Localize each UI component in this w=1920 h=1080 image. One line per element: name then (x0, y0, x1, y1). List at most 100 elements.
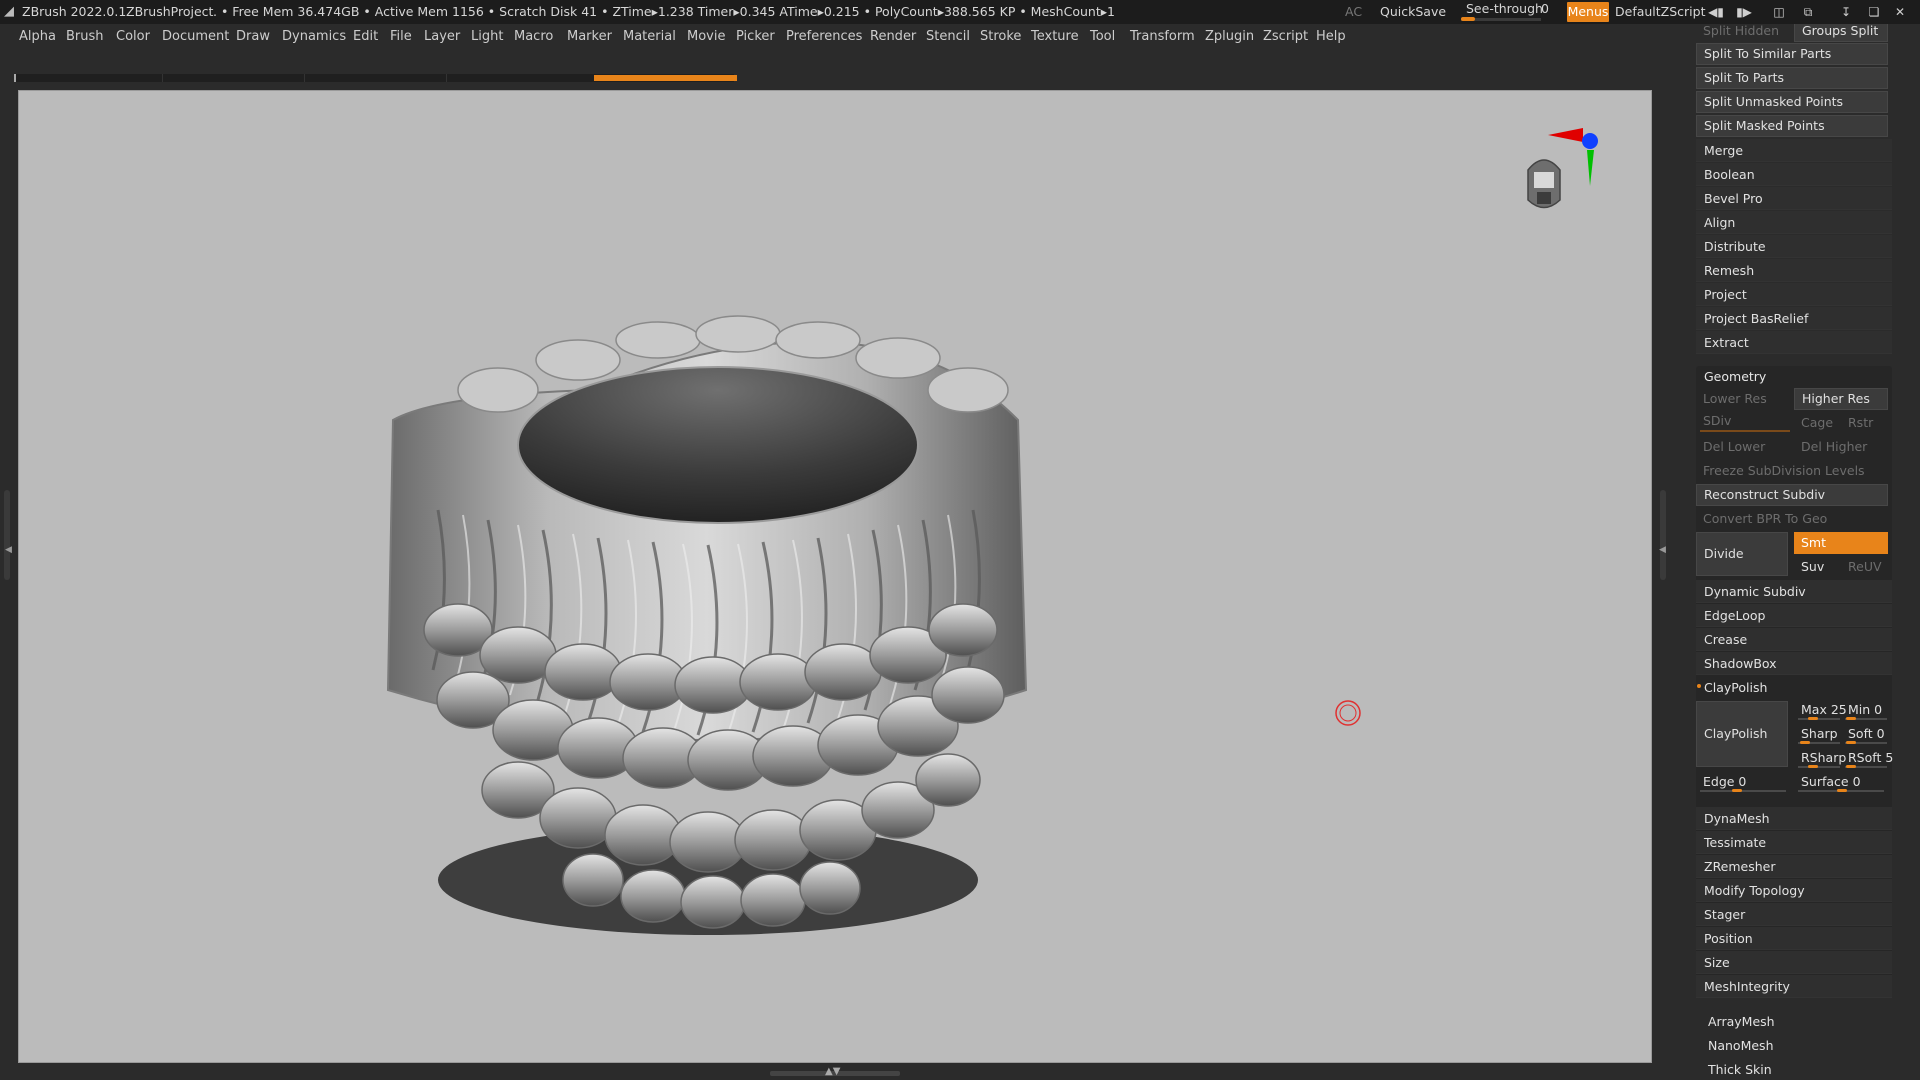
smt-toggle[interactable]: Smt (1794, 532, 1888, 554)
seethrough-slider-knob[interactable] (1461, 17, 1475, 21)
convert-bpr-to-geo-button[interactable]: Convert BPR To Geo (1696, 508, 1888, 530)
reconstruct-subdiv-button[interactable]: Reconstruct Subdiv (1696, 484, 1888, 506)
layout-icon[interactable]: ◀▮ (1708, 4, 1724, 20)
claypolish-button[interactable]: ClayPolish (1696, 701, 1788, 767)
remesh-row[interactable]: Remesh (1696, 259, 1892, 282)
menu-render[interactable]: Render (870, 24, 916, 50)
surface-slider-knob[interactable] (1837, 789, 1847, 792)
menu-brush[interactable]: Brush (66, 24, 104, 50)
del-lower-button[interactable]: Del Lower (1696, 436, 1788, 458)
bottom-tray-arrow-icon[interactable]: ▲▼ (825, 1066, 840, 1077)
restore-layout-icon[interactable]: ⧉ (1800, 4, 1816, 20)
menu-layer[interactable]: Layer (424, 24, 460, 50)
bevel-pro-row[interactable]: Bevel Pro (1696, 187, 1892, 210)
size-row[interactable]: Size (1696, 951, 1892, 974)
zremesher-row[interactable]: ZRemesher (1696, 855, 1892, 878)
menu-color[interactable]: Color (116, 24, 150, 50)
left-tray-arrow-icon[interactable]: ◀ (5, 545, 12, 555)
min-slider-knob[interactable] (1846, 717, 1856, 720)
maximize-icon[interactable]: ❏ (1866, 4, 1882, 20)
boolean-row[interactable]: Boolean (1696, 163, 1892, 186)
right-tray-handle[interactable] (1660, 490, 1666, 580)
sculpt-mesh[interactable] (18, 90, 1652, 1063)
left-tray-handle[interactable] (4, 490, 10, 580)
menu-stroke[interactable]: Stroke (980, 24, 1021, 50)
menu-alpha[interactable]: Alpha (19, 24, 56, 50)
right-tray-arrow-icon[interactable]: ◀ (1659, 545, 1666, 555)
menu-macro[interactable]: Macro (514, 24, 553, 50)
canvas-viewport[interactable] (18, 90, 1652, 1063)
menu-document[interactable]: Document (162, 24, 229, 50)
quicksave-button[interactable]: QuickSave (1380, 0, 1446, 24)
rsharp-slider-knob[interactable] (1808, 765, 1818, 768)
max-slider-knob[interactable] (1808, 717, 1818, 720)
reuv-button[interactable]: ReUV (1841, 556, 1888, 578)
tile-windows-icon[interactable]: ◫ (1771, 4, 1787, 20)
meshintegrity-row[interactable]: MeshIntegrity (1696, 975, 1892, 998)
default-zscript-button[interactable]: DefaultZScript (1615, 0, 1706, 24)
cage-button[interactable]: Cage (1794, 412, 1836, 434)
navigation-gizmo[interactable] (1508, 100, 1618, 220)
position-row[interactable]: Position (1696, 927, 1892, 950)
split-unmasked-points-button[interactable]: Split Unmasked Points (1696, 91, 1888, 113)
split-masked-points-button[interactable]: Split Masked Points (1696, 115, 1888, 137)
menu-help[interactable]: Help (1316, 24, 1346, 50)
split-to-parts-button[interactable]: Split To Parts (1696, 67, 1888, 89)
menu-picker[interactable]: Picker (736, 24, 775, 50)
arraymesh-row[interactable]: ArrayMesh (1696, 1010, 1892, 1033)
menus-toggle-button[interactable]: Menus (1567, 2, 1609, 22)
menu-transform[interactable]: Transform (1130, 24, 1195, 50)
thick-skin-row[interactable]: Thick Skin (1696, 1058, 1892, 1080)
menu-material[interactable]: Material (623, 24, 676, 50)
edge-slider-track[interactable] (1700, 790, 1786, 792)
edgeloop-row[interactable]: EdgeLoop (1696, 604, 1892, 627)
project-row[interactable]: Project (1696, 283, 1892, 306)
menu-preferences[interactable]: Preferences (786, 24, 862, 50)
menu-draw[interactable]: Draw (236, 24, 270, 50)
distribute-row[interactable]: Distribute (1696, 235, 1892, 258)
higher-res-button[interactable]: Higher Res (1794, 388, 1888, 410)
edge-slider-knob[interactable] (1732, 789, 1742, 792)
soft-slider-knob[interactable] (1846, 741, 1856, 744)
close-icon[interactable]: ✕ (1892, 4, 1908, 20)
lower-res-button[interactable]: Lower Res (1696, 388, 1788, 410)
del-higher-button[interactable]: Del Higher (1794, 436, 1888, 458)
ac-label[interactable]: AC (1345, 0, 1362, 24)
claypolish-header[interactable]: ClayPolish (1696, 676, 1892, 699)
rsoft-slider-knob[interactable] (1846, 765, 1856, 768)
layout-alt-icon[interactable]: ▮▶ (1736, 4, 1752, 20)
suv-toggle[interactable]: Suv (1794, 556, 1836, 578)
menu-dynamics[interactable]: Dynamics (282, 24, 346, 50)
active-tab-indicator[interactable] (594, 75, 737, 81)
split-hidden-button[interactable]: Split Hidden (1696, 24, 1779, 42)
minimize-icon[interactable]: ↧ (1838, 4, 1854, 20)
dynamic-subdiv-row[interactable]: Dynamic Subdiv (1696, 580, 1892, 603)
geometry-title[interactable]: Geometry (1704, 369, 1766, 384)
divide-button[interactable]: Divide (1696, 532, 1788, 576)
max-slider-track[interactable] (1798, 718, 1840, 720)
sdiv-slider[interactable]: SDiv (1696, 410, 1788, 432)
tessimate-row[interactable]: Tessimate (1696, 831, 1892, 854)
split-to-similar-parts-button[interactable]: Split To Similar Parts (1696, 43, 1888, 65)
menu-stencil[interactable]: Stencil (926, 24, 970, 50)
menu-movie[interactable]: Movie (687, 24, 725, 50)
extract-row[interactable]: Extract (1696, 331, 1892, 354)
freeze-subdivision-levels-button[interactable]: Freeze SubDivision Levels (1696, 460, 1888, 482)
sharp-slider-knob[interactable] (1800, 741, 1810, 744)
rsharp-slider-track[interactable] (1798, 766, 1840, 768)
menu-texture[interactable]: Texture (1031, 24, 1079, 50)
crease-row[interactable]: Crease (1696, 628, 1892, 651)
merge-row[interactable]: Merge (1696, 139, 1892, 162)
align-row[interactable]: Align (1696, 211, 1892, 234)
menu-zscript[interactable]: Zscript (1263, 24, 1308, 50)
project-basrelief-row[interactable]: Project BasRelief (1696, 307, 1892, 330)
shadowbox-row[interactable]: ShadowBox (1696, 652, 1892, 675)
menu-zplugin[interactable]: Zplugin (1205, 24, 1254, 50)
dynamesh-row[interactable]: DynaMesh (1696, 807, 1892, 830)
groups-split-button[interactable]: Groups Split (1794, 24, 1888, 42)
menu-marker[interactable]: Marker (567, 24, 612, 50)
sdiv-slider-track[interactable] (1700, 430, 1790, 432)
modify-topology-row[interactable]: Modify Topology (1696, 879, 1892, 902)
menu-edit[interactable]: Edit (353, 24, 378, 50)
menu-tool[interactable]: Tool (1090, 24, 1115, 50)
